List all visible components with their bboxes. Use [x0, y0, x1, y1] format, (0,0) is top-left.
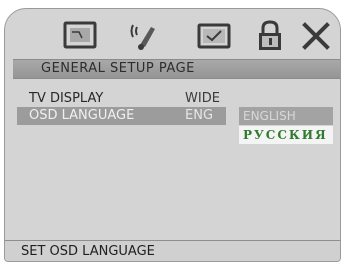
setup-menu-panel: GENERAL SETUP PAGE TV DISPLAY WIDE OSD L…: [4, 8, 341, 262]
status-bar: SET OSD LANGUAGE: [5, 240, 340, 261]
option-russian[interactable]: РУССКИЯ: [239, 126, 333, 144]
page-title-bar: GENERAL SETUP PAGE: [13, 59, 340, 79]
language-options-list: ENGLISH РУССКИЯ: [239, 107, 333, 145]
menu-icon-row: [5, 9, 340, 59]
status-text: SET OSD LANGUAGE: [21, 244, 155, 259]
tv-display-icon[interactable]: [61, 19, 99, 53]
setting-value-tv-display: WIDE: [185, 91, 220, 106]
setting-value-osd-language: ENG: [185, 108, 214, 123]
audio-icon[interactable]: [125, 19, 163, 53]
lock-icon[interactable]: [251, 19, 289, 53]
setting-label-osd-language: OSD LANGUAGE: [29, 108, 135, 123]
close-icon[interactable]: [297, 19, 335, 53]
page-title: GENERAL SETUP PAGE: [41, 61, 195, 76]
video-icon[interactable]: [195, 19, 233, 53]
option-english[interactable]: ENGLISH: [239, 107, 333, 125]
setting-label-tv-display: TV DISPLAY: [29, 91, 104, 106]
